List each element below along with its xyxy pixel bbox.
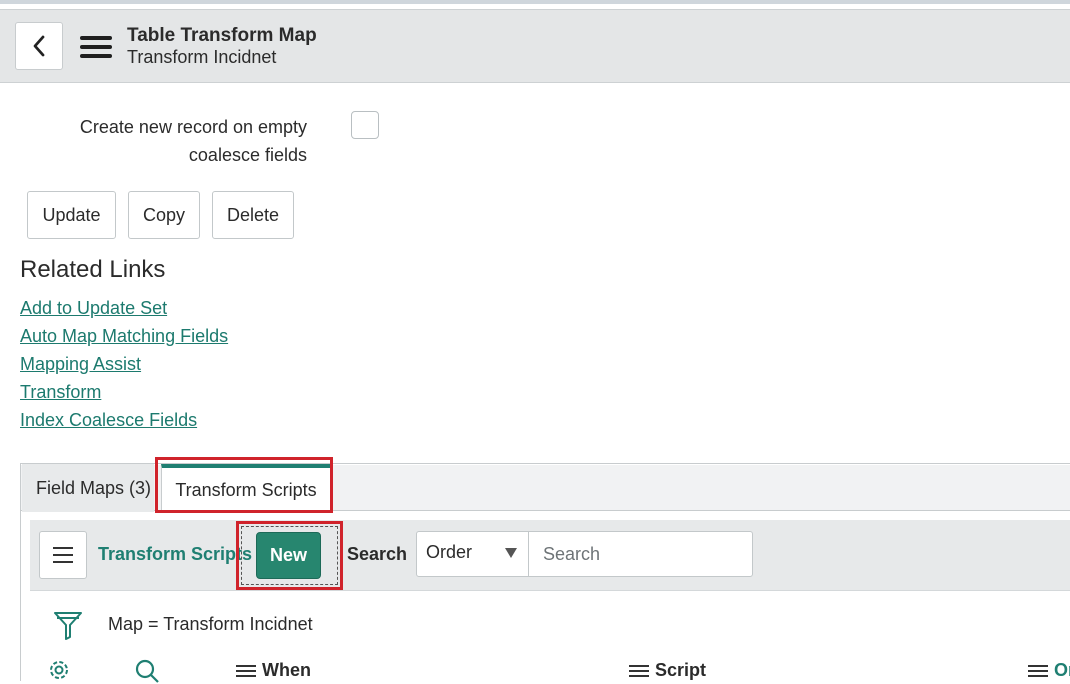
magnifier-icon[interactable]: [134, 658, 160, 684]
tab-transform-scripts[interactable]: Transform Scripts: [161, 464, 331, 512]
search-field-select[interactable]: Order: [416, 531, 529, 577]
hamburger-icon[interactable]: [80, 36, 112, 60]
search-input[interactable]: [528, 531, 753, 577]
link-index-coalesce-fields[interactable]: Index Coalesce Fields: [20, 410, 197, 431]
tab-field-maps[interactable]: Field Maps (3): [22, 464, 154, 512]
related-links-title: Related Links: [20, 256, 166, 283]
column-menu-icon: [629, 662, 649, 680]
filter-breadcrumb[interactable]: Map = Transform Incidnet: [108, 614, 313, 635]
page-title: Table Transform Map: [127, 25, 317, 46]
link-add-to-update-set[interactable]: Add to Update Set: [20, 298, 167, 319]
dropdown-arrow-icon: [505, 548, 517, 558]
copy-button[interactable]: Copy: [128, 191, 200, 239]
column-script[interactable]: Script: [629, 660, 706, 681]
page-subtitle: Transform Incidnet: [127, 47, 277, 67]
column-order-label: Or: [1054, 660, 1070, 680]
link-transform[interactable]: Transform: [20, 382, 101, 403]
column-when[interactable]: When: [236, 660, 311, 681]
create-new-record-checkbox[interactable]: [351, 111, 379, 139]
search-label: Search: [347, 544, 408, 564]
update-button[interactable]: Update: [27, 191, 116, 239]
column-when-label: When: [262, 660, 311, 680]
column-script-label: Script: [655, 660, 707, 680]
funnel-icon[interactable]: [53, 610, 83, 640]
link-auto-map-matching-fields[interactable]: Auto Map Matching Fields: [20, 326, 228, 347]
column-order[interactable]: Or: [1028, 660, 1070, 681]
new-button[interactable]: New: [256, 532, 321, 579]
search-field-value: Order: [426, 542, 473, 562]
delete-button[interactable]: Delete: [212, 191, 294, 239]
link-mapping-assist[interactable]: Mapping Assist: [20, 354, 141, 375]
create-new-record-label: Create new record on empty coalesce fiel…: [79, 117, 307, 165]
chevron-left-icon: [33, 35, 45, 57]
form-header: Table Transform Map Transform Incidnet: [0, 9, 1070, 83]
top-stripe: [0, 0, 1070, 4]
column-menu-icon: [1028, 662, 1048, 680]
list-title[interactable]: Transform Scripts: [98, 544, 252, 565]
column-menu-icon: [236, 662, 256, 680]
list-menu-button[interactable]: [39, 531, 87, 579]
back-button[interactable]: [15, 22, 63, 70]
hamburger-icon: [53, 547, 73, 549]
gear-icon[interactable]: [46, 657, 72, 683]
